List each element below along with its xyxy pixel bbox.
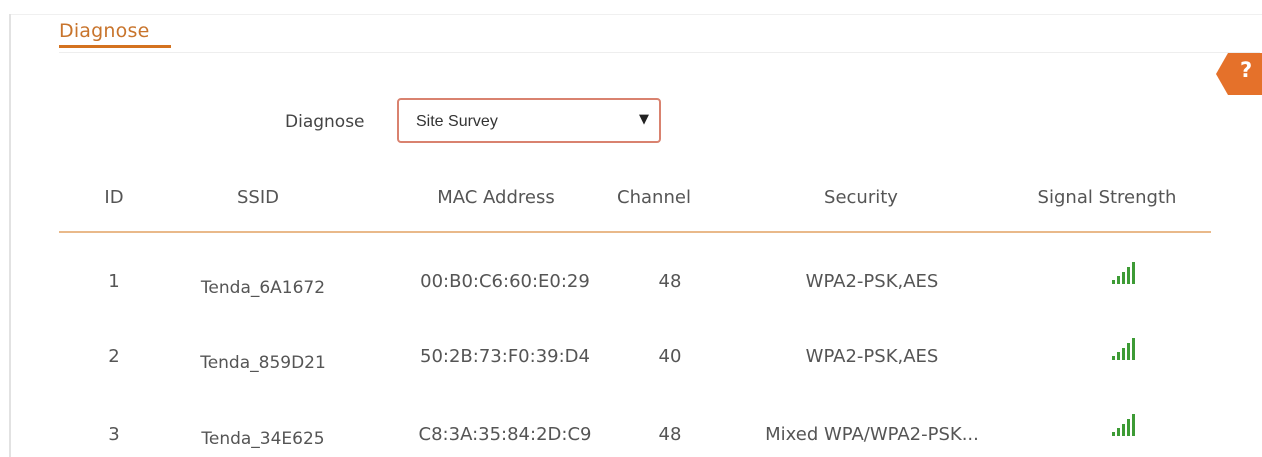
panel-top-border <box>11 14 1262 15</box>
cell-ssid: Tenda_859D21 <box>200 353 326 373</box>
cell-security: WPA2-PSK,AES <box>805 271 939 292</box>
column-header-channel: Channel <box>617 187 691 208</box>
question-icon: ? <box>1240 58 1253 82</box>
cell-id: 3 <box>108 424 120 445</box>
cell-security: Mixed WPA/WPA2-PSK... <box>765 424 979 445</box>
column-header-mac-address: MAC Address <box>437 187 555 208</box>
cell-channel: 40 <box>658 346 682 367</box>
section-divider <box>59 52 1260 53</box>
cell-mac: C8:3A:35:84:2D:C9 <box>418 424 592 445</box>
cell-mac: 50:2B:73:F0:39:D4 <box>420 346 590 367</box>
column-header-ssid: SSID <box>236 187 280 208</box>
chevron-down-icon: ▼ <box>639 112 649 127</box>
cell-ssid: Tenda_6A1672 <box>200 278 326 298</box>
column-header-security: Security <box>824 187 898 208</box>
cell-mac: 00:B0:C6:60:E0:29 <box>420 271 590 292</box>
section-tab-diagnose[interactable]: Diagnose <box>59 20 149 42</box>
column-header-signal-strength: Signal Strength <box>1037 187 1177 208</box>
column-header-id: ID <box>104 187 124 208</box>
signal-strength-icon <box>1109 338 1139 360</box>
cell-channel: 48 <box>658 271 682 292</box>
help-button[interactable]: ? <box>1216 53 1262 95</box>
diagnose-select-value: Site Survey <box>416 113 498 130</box>
section-tab-underline <box>59 45 171 48</box>
cell-ssid: Tenda_34E625 <box>201 429 325 449</box>
diagnose-label: Diagnose <box>285 112 365 132</box>
cell-security: WPA2-PSK,AES <box>805 346 939 367</box>
signal-strength-icon <box>1109 414 1139 436</box>
cell-channel: 48 <box>658 424 682 445</box>
signal-strength-icon <box>1109 262 1139 284</box>
diagnose-select[interactable]: Site Survey ▼ <box>397 98 661 143</box>
cell-id: 1 <box>108 271 120 292</box>
help-tab-shape <box>1216 53 1262 95</box>
panel-left-border <box>9 14 11 457</box>
table-header-divider <box>59 231 1211 233</box>
cell-id: 2 <box>108 346 120 367</box>
